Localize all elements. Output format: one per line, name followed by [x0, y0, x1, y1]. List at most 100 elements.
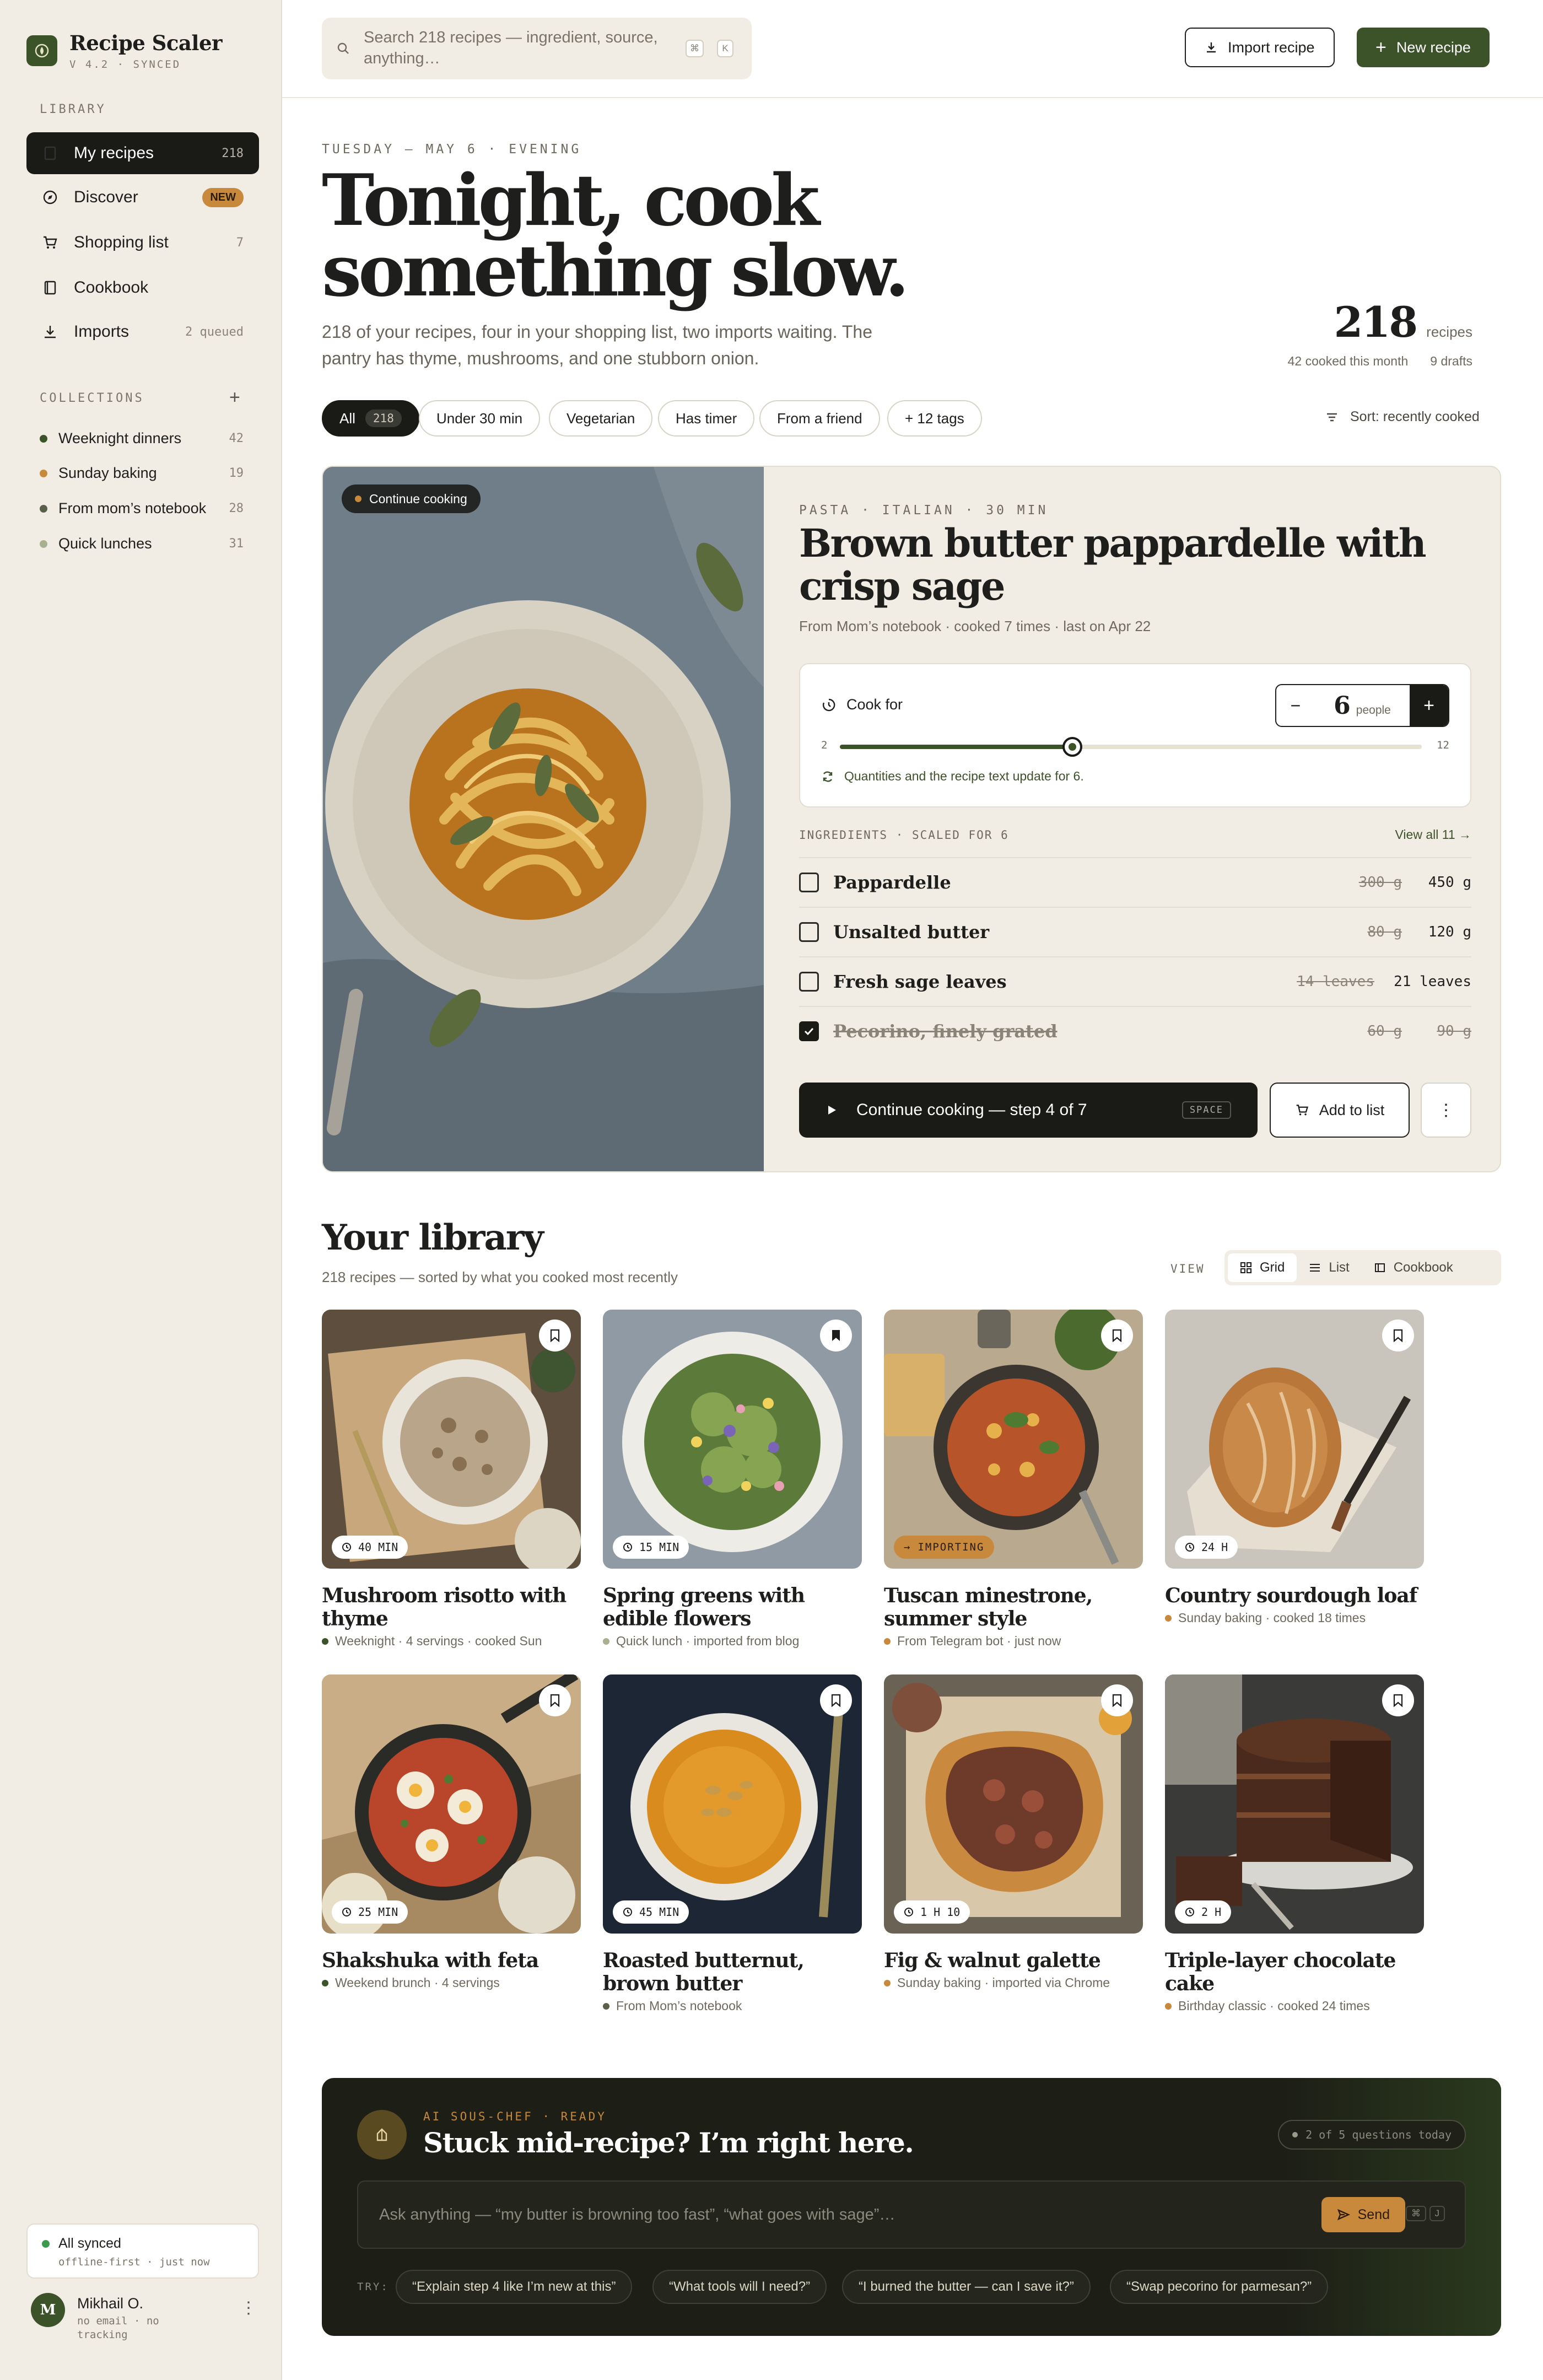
view-list-button[interactable]: List [1297, 1253, 1361, 1282]
bookmark-button[interactable] [1382, 1684, 1414, 1716]
filter-chip-has-timer[interactable]: Has timer [658, 400, 755, 437]
recipe-card[interactable]: → IMPORTING Tuscan minestrone, summer sty… [884, 1310, 1143, 1649]
filter-chip-all[interactable]: All 218 [322, 400, 419, 437]
suggestion-text: “Explain step 4 like I’m new at this” [412, 2279, 616, 2294]
ingredient-original-qty: 14 leaves [1297, 973, 1374, 990]
featured-recipe-details: PASTA · ITALIAN · 30 MIN Brown butter pa… [764, 467, 1500, 1171]
bookmark-button[interactable] [1382, 1320, 1414, 1351]
bookmark-button-active[interactable] [820, 1320, 852, 1351]
view-all-ingredients-link[interactable]: View all 11 → [1395, 827, 1472, 842]
recipe-card[interactable]: 45 MIN Roasted butternut, brown butter F… [603, 1674, 862, 2013]
sort-button[interactable]: Sort: recently cooked [1325, 409, 1480, 425]
send-button[interactable]: Send [1321, 2197, 1405, 2232]
recipe-meta: From Mom’s notebook · cooked 7 times · l… [799, 618, 1151, 634]
bookmark-button[interactable] [1101, 1320, 1133, 1351]
sidebar-item-shopping-list[interactable]: Shopping list 7 [26, 222, 259, 263]
sidebar-item-imports[interactable]: Imports 2 queued [26, 311, 259, 353]
collection-item[interactable]: From mom’s notebook 28 [40, 500, 244, 517]
slider-handle[interactable] [1062, 737, 1083, 757]
filter-chip-vegetarian[interactable]: Vegetarian [549, 400, 653, 437]
sidebar-item-cookbook[interactable]: Cookbook [26, 267, 259, 309]
ai-question-input[interactable]: Ask anything — “my butter is browning to… [357, 2180, 1466, 2249]
page-title: Tonight, cook something slow. [322, 159, 909, 313]
increase-servings-button[interactable]: + [1410, 685, 1448, 726]
recipe-title: Tuscan minestrone, summer style [884, 1584, 1093, 1630]
cook-for: Cook for [821, 696, 903, 713]
add-collection-button[interactable]: + [229, 387, 240, 408]
add-to-list-button[interactable]: Add to list [1270, 1083, 1410, 1138]
collection-item[interactable]: Sunday baking 19 [40, 465, 244, 482]
recipe-title: Country sourdough loaf [1165, 1584, 1417, 1607]
filter-chip-under-30[interactable]: Under 30 min [419, 400, 541, 437]
ingredient-row[interactable]: Pecorino, finely grated 60 g 90 g [799, 1006, 1471, 1056]
bookmark-button[interactable] [1101, 1684, 1133, 1716]
continue-cooking-button[interactable]: Continue cooking — step 4 of 7 SPACE [799, 1083, 1258, 1138]
ingredient-checkbox-checked[interactable] [799, 1021, 819, 1041]
filter-chip-from-friend[interactable]: From a friend [759, 400, 880, 437]
bookmark-button[interactable] [539, 1320, 571, 1351]
cooked-this-month: 42 cooked this month [1287, 354, 1409, 368]
ingredient-scaled-qty: 21 leaves [1394, 973, 1471, 990]
collection-item[interactable]: Quick lunches 31 [40, 535, 244, 552]
suggestion-chip[interactable]: “I burned the butter — can I save it?” [842, 2270, 1091, 2304]
user-profile[interactable]: M Mikhail O. no email · no tracking ⋮ [31, 2293, 257, 2342]
recipe-card[interactable]: 15 MIN Spring greens with edible flowers… [603, 1310, 862, 1649]
collection-item[interactable]: Weeknight dinners 42 [40, 430, 244, 447]
ingredient-checkbox[interactable] [799, 873, 819, 892]
cart-icon [44, 236, 57, 249]
recipe-meta: From Telegram bot · just now [884, 1634, 1143, 1649]
collection-dot [884, 1638, 891, 1645]
recipe-card[interactable]: 24 H Country sourdough loaf Sunday bakin… [1165, 1310, 1424, 1625]
more-vertical-icon[interactable]: ⋮ [240, 2298, 257, 2318]
collection-dot [1165, 1614, 1172, 1622]
servings-value: 6 people [1315, 692, 1410, 720]
suggestion-chip[interactable]: “Swap pecorino for parmesan?” [1110, 2270, 1329, 2304]
cart-icon [1296, 1105, 1308, 1116]
app-logo[interactable]: Recipe Scaler V 4.2 · SYNCED [26, 31, 222, 71]
ingredient-row[interactable]: Fresh sage leaves 14 leaves 21 leaves [799, 956, 1471, 1006]
servings-stepper[interactable]: − 6 people + [1275, 684, 1449, 727]
library-section-label: LIBRARY [40, 103, 106, 116]
ingredient-row[interactable]: Unsalted butter 80 g 120 g [799, 907, 1471, 956]
ingredient-checkbox[interactable] [799, 922, 819, 942]
ai-placeholder: Ask anything — “my butter is browning to… [379, 2205, 895, 2223]
recipe-card[interactable]: 40 MIN Mushroom risotto with thyme Weekn… [322, 1310, 581, 1649]
recipe-card[interactable]: 2 H Triple-layer chocolate cake Birthday… [1165, 1674, 1424, 2013]
new-recipe-button[interactable]: + New recipe [1357, 28, 1490, 67]
cook-time: 40 MIN [358, 1541, 398, 1554]
view-cookbook-button[interactable]: Cookbook [1362, 1253, 1465, 1282]
slider-min: 2 [821, 739, 828, 751]
recipe-card[interactable]: 25 MIN Shakshuka with feta Weekend brunc… [322, 1674, 581, 1990]
send-label: Send [1357, 2206, 1390, 2222]
add-to-list-label: Add to list [1319, 1101, 1385, 1118]
try-label: TRY: [357, 2281, 389, 2293]
ingredients-label: INGREDIENTS · SCALED FOR 6 [799, 828, 1009, 842]
recipe-image: 2 H [1165, 1674, 1424, 1934]
compass-icon [43, 190, 57, 204]
ingredient-row[interactable]: Pappardelle 300 g 450 g [799, 857, 1471, 907]
recipe-meta: Sunday baking · imported via Chrome [884, 1975, 1143, 1990]
bookmark-button[interactable] [539, 1684, 571, 1716]
import-recipe-button[interactable]: Import recipe [1185, 28, 1335, 67]
decrease-servings-button[interactable]: − [1276, 685, 1315, 726]
bookmark-button[interactable] [820, 1684, 852, 1716]
view-label: VIEW [1170, 1262, 1205, 1275]
hero-eyebrow: TUESDAY — MAY 6 · EVENING [322, 142, 582, 157]
cook-time-badge: 25 MIN [332, 1900, 408, 1924]
recipe-card[interactable]: 1 H 10 Fig & walnut galette Sunday bakin… [884, 1674, 1143, 1990]
sync-status: All synced offline-first · just now [26, 2223, 259, 2279]
ingredient-checkbox[interactable] [799, 972, 819, 992]
servings-slider[interactable] [840, 737, 1422, 757]
suggestion-chip[interactable]: “What tools will I need?” [652, 2270, 827, 2304]
new-badge: NEW [202, 187, 244, 207]
sidebar-item-my-recipes[interactable]: My recipes 218 [26, 132, 259, 174]
hero-lede: 218 of your recipes, four in your shoppi… [322, 322, 873, 368]
search-input[interactable]: Search 218 recipes — ingredient, source,… [322, 18, 752, 79]
more-options-button[interactable]: ⋮ [1421, 1083, 1471, 1138]
filter-chip-more-tags[interactable]: + 12 tags [887, 400, 982, 437]
sidebar-item-count: 7 [236, 235, 244, 250]
sidebar-item-discover[interactable]: Discover NEW [26, 176, 259, 218]
view-grid-button[interactable]: Grid [1228, 1253, 1297, 1282]
collection-dot [603, 2002, 609, 2010]
suggestion-chip[interactable]: “Explain step 4 like I’m new at this” [396, 2270, 633, 2304]
